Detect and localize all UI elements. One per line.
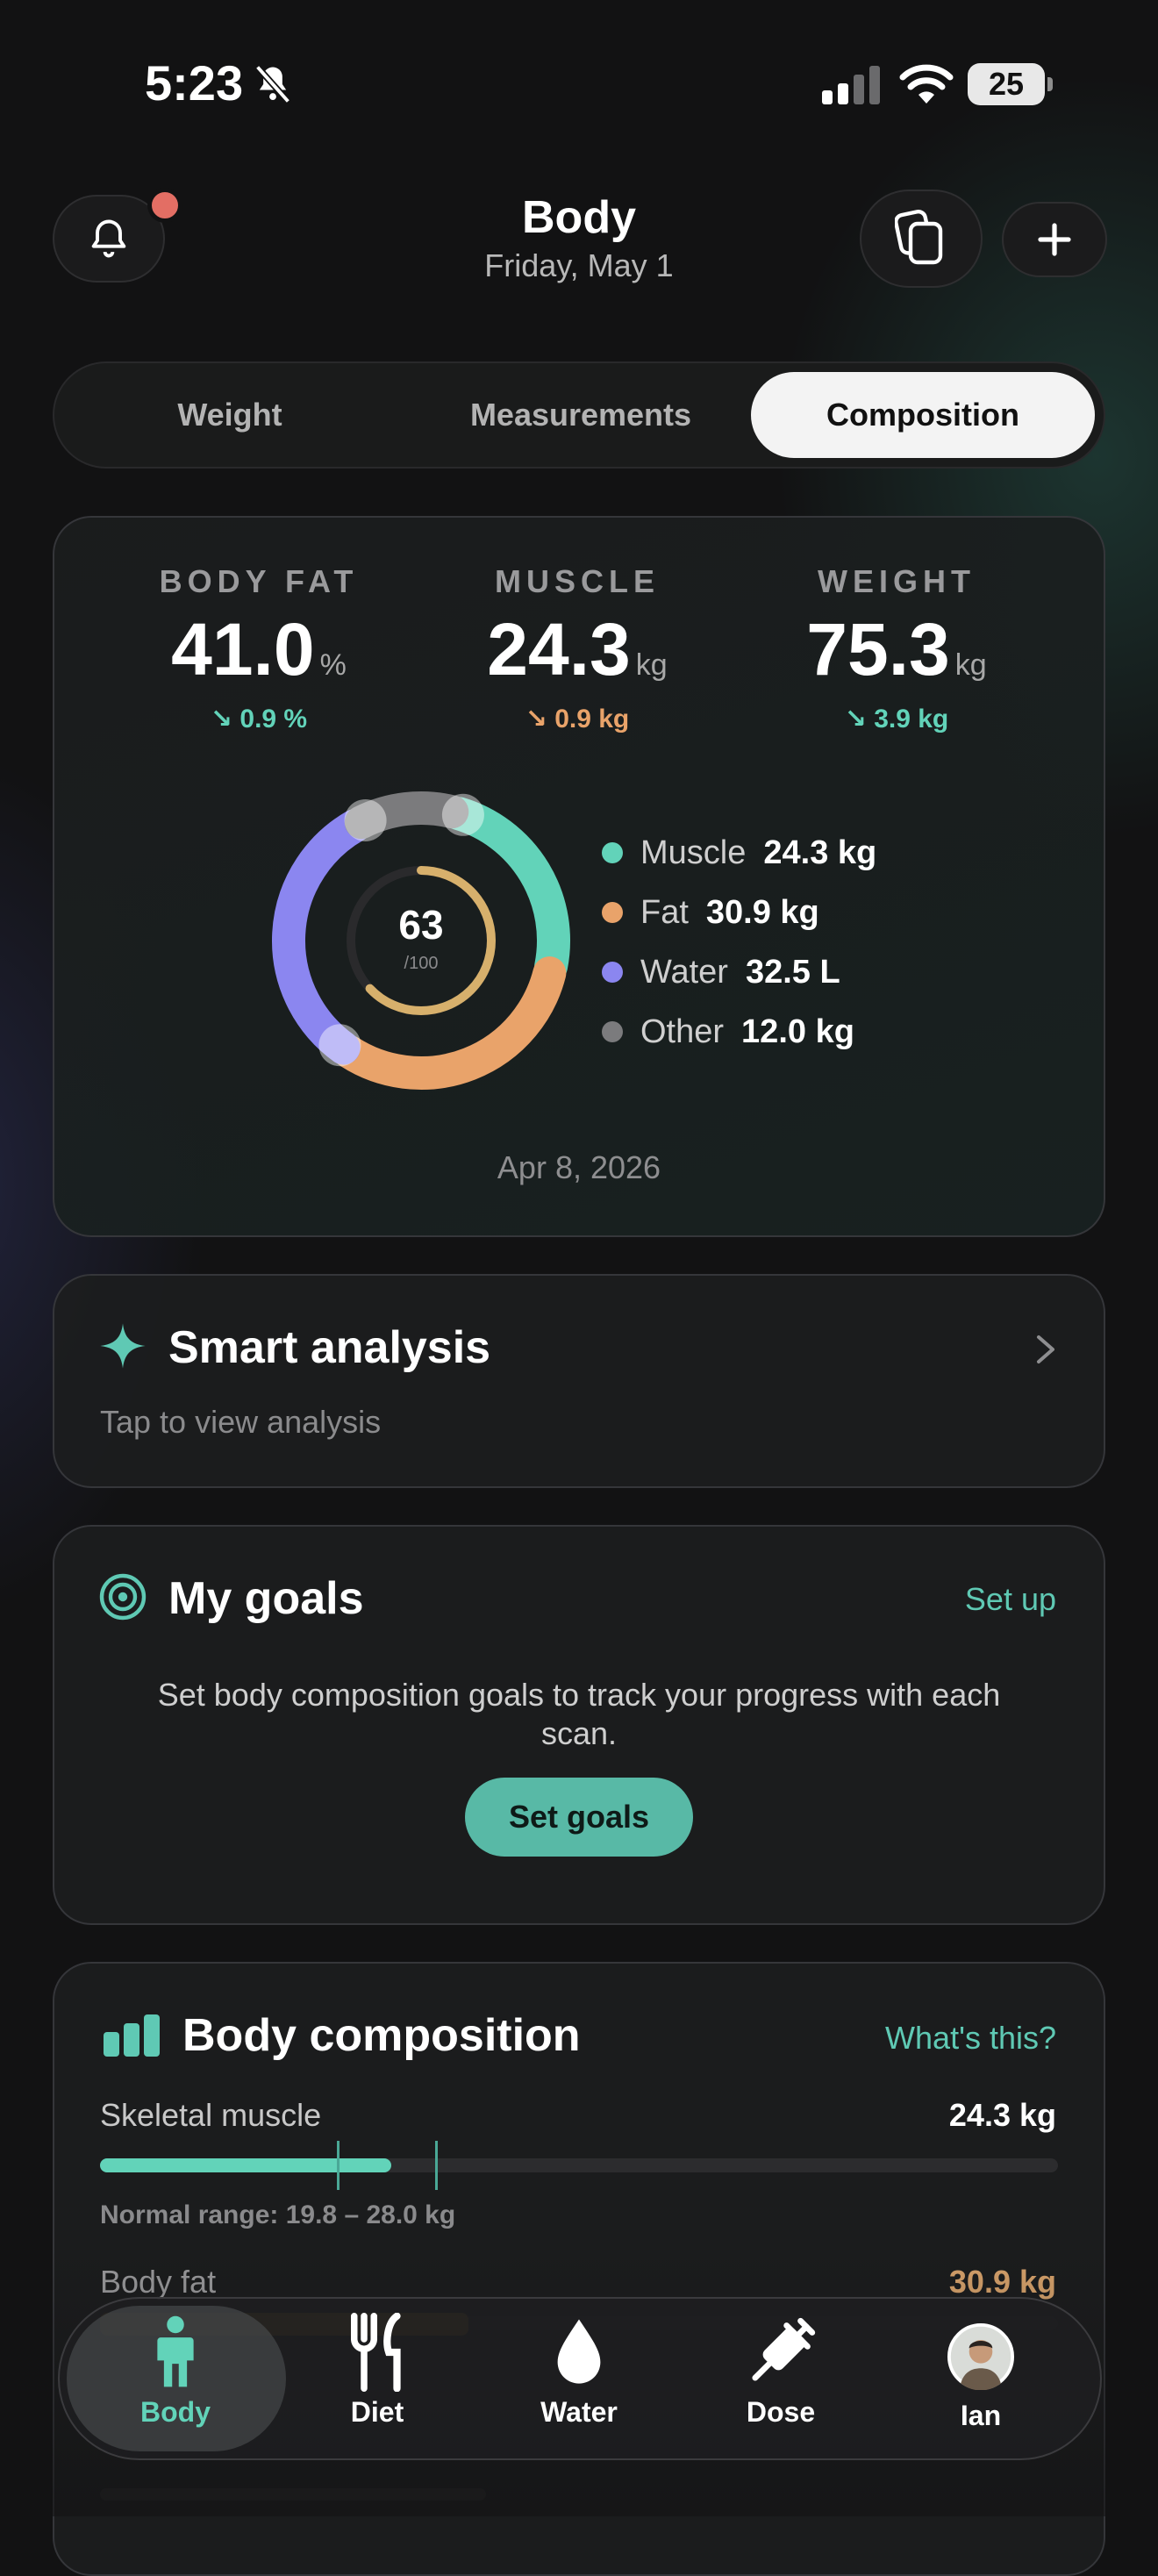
legend-value: 32.5 L xyxy=(745,953,840,991)
bell-icon xyxy=(91,219,126,258)
donut-handle xyxy=(318,1024,361,1067)
page-date: Friday, May 1 xyxy=(484,247,674,283)
bar-chart-icon xyxy=(104,2014,160,2057)
legend-item-water: Water 32.5 L xyxy=(602,946,876,998)
skeletal-muscle-bar-fill xyxy=(100,2158,391,2172)
silent-mode-icon xyxy=(254,65,291,104)
donut-handle xyxy=(441,793,484,836)
segmented-control: Weight Measurements Composition xyxy=(53,361,1105,469)
whats-this-link[interactable]: What's this? xyxy=(807,2020,1056,2057)
water-drop-icon xyxy=(557,2319,601,2384)
composition-donut-chart: 63 /100 xyxy=(272,791,570,1090)
legend-value: 24.3 kg xyxy=(763,834,877,871)
tab-body[interactable]: Body xyxy=(88,2313,263,2429)
person-icon xyxy=(157,2315,194,2387)
metric-label-muscle: MUSCLE xyxy=(495,563,660,599)
range-marker-high xyxy=(435,2141,438,2190)
smart-analysis-title: Smart analysis xyxy=(168,1322,491,1373)
tab-profile[interactable]: Ian xyxy=(893,2323,1069,2432)
score-max: /100 xyxy=(404,954,439,973)
legend-item-muscle: Muscle 24.3 kg xyxy=(602,826,876,879)
tab-diet-label: Diet xyxy=(350,2396,404,2428)
status-time: 5:23 xyxy=(145,55,244,111)
donut-segment-water xyxy=(272,809,372,1065)
goals-title: My goals xyxy=(168,1573,364,1624)
metric-delta-body-fat: ↘ 0.9 % xyxy=(210,705,308,733)
body-composition-title: Body composition xyxy=(182,2010,581,2061)
goals-description: Set body composition goals to track your… xyxy=(157,1677,1001,1751)
scan-date: Apr 8, 2026 xyxy=(497,1149,661,1185)
tab-diet[interactable]: Diet xyxy=(290,2312,465,2429)
page-title: Body xyxy=(522,192,636,243)
tab-measurements[interactable]: Measurements xyxy=(405,363,756,467)
metric-label-body-fat: BODY FAT xyxy=(159,563,359,599)
skeletal-muscle-value: 24.3 kg xyxy=(948,2097,1056,2133)
syringe-icon xyxy=(752,2317,816,2381)
metric-value-body-fat: 41.0% xyxy=(171,608,347,691)
fork-knife-icon xyxy=(351,2312,401,2393)
legend-item-fat: Fat 30.9 kg xyxy=(602,886,876,939)
metric-label-weight: WEIGHT xyxy=(818,563,976,599)
metric-value-muscle: 24.3 kg xyxy=(487,608,668,691)
add-button[interactable] xyxy=(1002,202,1107,277)
legend-name: Other xyxy=(640,1013,725,1050)
metric-value-weight: 75.3 kg xyxy=(806,608,987,691)
legend-value: 30.9 kg xyxy=(705,893,819,931)
body-fat-label: Body fat xyxy=(100,2264,217,2300)
composition-legend: Muscle 24.3 kg Fat 30.9 kg Water 32.5 L Oth… xyxy=(602,826,876,1058)
legend-name: Water xyxy=(640,953,728,991)
tab-water[interactable]: Water xyxy=(491,2313,667,2429)
copy-icon xyxy=(895,210,943,265)
goals-setup-link[interactable]: Set up xyxy=(947,1581,1056,1618)
tab-water-label: Water xyxy=(540,2396,618,2428)
tab-body-label: Body xyxy=(140,2396,211,2428)
avatar xyxy=(947,2323,1014,2391)
smart-analysis-card[interactable] xyxy=(53,1274,1105,1488)
smart-analysis-subtitle: Tap to view analysis xyxy=(100,1404,382,1440)
metric-delta-muscle: ↘ 0.9 kg xyxy=(525,705,630,733)
legend-item-other: Other 12.0 kg xyxy=(602,1005,876,1058)
legend-dot xyxy=(602,1021,623,1042)
body-fat-value: 30.9 kg xyxy=(948,2264,1056,2300)
legend-value: 12.0 kg xyxy=(741,1013,854,1050)
tab-dose-label: Dose xyxy=(746,2396,816,2428)
tab-dose[interactable]: Dose xyxy=(693,2313,868,2429)
legend-name: Fat xyxy=(640,893,689,931)
skeletal-muscle-label: Skeletal muscle xyxy=(100,2097,322,2133)
legend-dot xyxy=(602,842,623,863)
donut-handle xyxy=(344,798,387,841)
target-icon xyxy=(99,1573,147,1621)
skeletal-muscle-range: Normal range: 19.8 – 28.0 kg xyxy=(100,2200,456,2229)
plus-icon xyxy=(1038,223,1071,256)
metric-delta-weight: ↘ 3.9 kg xyxy=(844,705,949,733)
donut-segment-fat xyxy=(332,956,567,1090)
range-marker-low xyxy=(337,2141,340,2190)
tab-profile-label: Ian xyxy=(960,2400,1002,2431)
sparkle-icon xyxy=(100,1323,146,1369)
tab-weight[interactable]: Weight xyxy=(54,363,405,467)
set-goals-button[interactable]: Set goals xyxy=(465,1778,693,1857)
score-value: 63 xyxy=(398,902,443,948)
legend-dot xyxy=(602,902,623,923)
battery-level: 25 xyxy=(988,66,1025,102)
copy-button[interactable] xyxy=(860,190,983,288)
cellular-signal-icon xyxy=(822,66,880,104)
wifi-icon xyxy=(899,64,954,104)
notification-badge xyxy=(147,188,182,223)
battery-indicator: 25 xyxy=(968,63,1054,105)
legend-dot xyxy=(602,962,623,983)
legend-name: Muscle xyxy=(640,834,747,871)
tab-composition[interactable]: Composition xyxy=(751,372,1095,458)
next-bar-track xyxy=(100,2488,486,2501)
chevron-right-icon xyxy=(1037,1335,1054,1363)
